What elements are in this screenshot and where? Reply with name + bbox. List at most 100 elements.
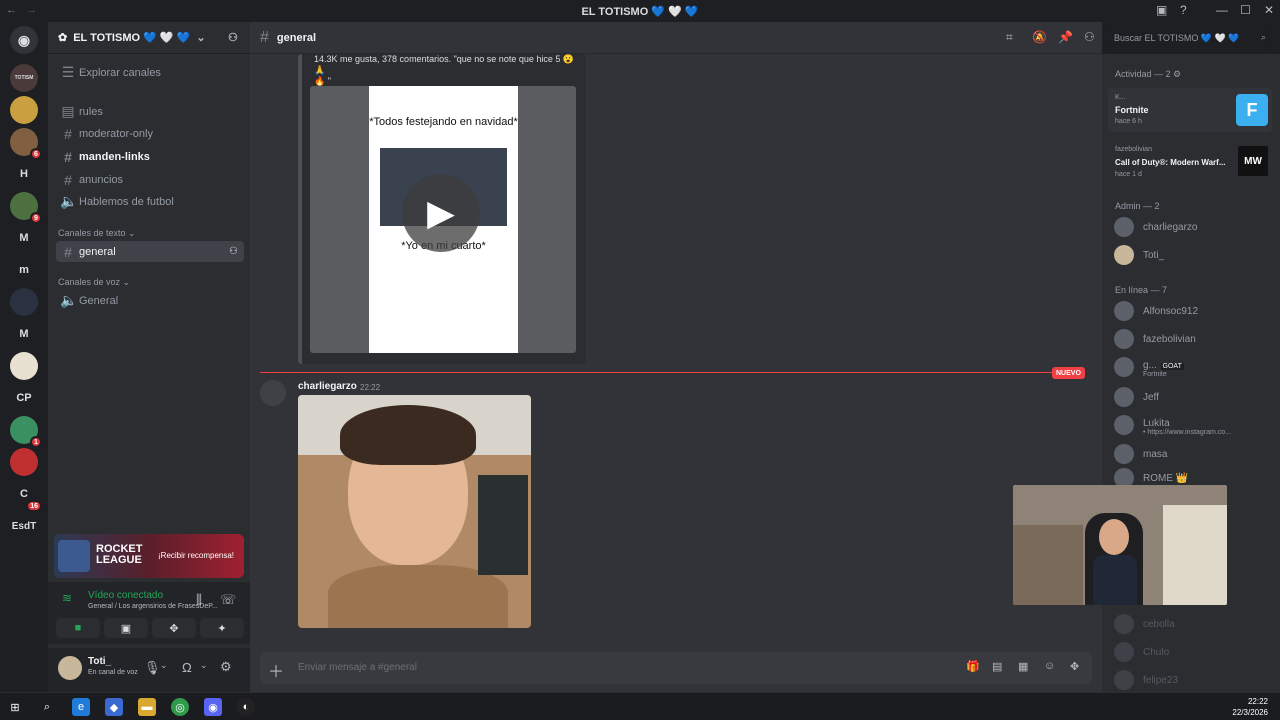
direct-messages-icon[interactable]: ◉ [10,26,38,54]
server-header[interactable]: ✿ EL TOTISMO 💙 🤍 💙 ⌄ ⚇ [48,22,250,54]
member-list-icon[interactable]: ⚇ [1084,30,1095,44]
settings-gear-icon[interactable]: ⚙ [220,659,232,675]
message-composer[interactable]: ＋ Enviar mensaje a #general 🎁 ▤ ▦ ☺ ✥ [260,652,1092,684]
message-embed: 14.3K me gusta, 378 comentarios. "que no… [298,54,586,364]
server-icon[interactable] [10,288,38,316]
close-icon[interactable]: ✕ [1264,3,1274,17]
avatar[interactable] [260,380,286,406]
discord-icon[interactable]: ◉ [204,698,222,716]
edge-icon[interactable]: e [72,698,90,716]
server-icon[interactable]: 6 [10,128,42,160]
explore-channels[interactable]: ☰ Explorar canales [56,62,244,83]
server-icon[interactable]: 1 [10,416,42,448]
gif-icon[interactable]: ▤ [992,660,1002,673]
obs-icon[interactable]: ◐ [237,698,255,716]
message-image[interactable] [298,395,531,628]
speaker-icon: 🔈 [60,292,78,308]
server-icon-h[interactable]: H [10,160,38,188]
voice-channel-general[interactable]: 🔈 General [56,290,244,311]
inbox-icon[interactable]: ▣ [1156,3,1167,17]
screen-share-button[interactable]: ▣ [104,618,148,638]
soundboard-button[interactable]: ✦ [200,618,244,638]
apps-icon[interactable]: ✥ [1070,660,1079,673]
minimize-icon[interactable]: — [1216,3,1228,17]
file-explorer-icon[interactable]: ▬ [138,698,156,716]
maximize-icon[interactable]: ☐ [1240,3,1251,17]
embed-video[interactable]: *Todos festejando en navidad* *Yo en mi … [310,86,576,353]
invite-icon[interactable]: ⚇ [229,246,238,257]
channel-anuncios[interactable]: # anuncios [56,169,244,190]
member-item[interactable]: fazebolivian [1114,327,1274,351]
help-icon[interactable]: ? [1180,3,1187,17]
search-input[interactable]: Buscar EL TOTISMO 💙 🤍 💙 ⌕ [1108,27,1272,49]
avatar [1114,217,1134,237]
add-member-icon[interactable]: ⚇ [228,31,238,44]
speaker-icon: 🔈 [60,193,78,209]
noise-suppression-icon[interactable]: ⫼ [196,592,202,608]
message-timestamp: 22:22 [360,383,381,392]
activity-game: Fortnite [1115,105,1149,115]
notification-muted-icon[interactable]: 🔕 [1032,30,1047,44]
member-item[interactable]: Jeff [1114,385,1274,409]
emoji-icon[interactable]: ☺ [1044,660,1055,672]
microphone-icon[interactable]: 🎙 [144,660,161,676]
member-item[interactable]: Alfonsoc912 [1114,299,1274,323]
claim-reward-button[interactable]: ¡Recibir recompensa! [158,551,234,560]
category-text-channels[interactable]: Canales de texto ⌄ [58,228,136,239]
threads-icon[interactable]: ⌗ [1006,30,1013,45]
sticker-icon[interactable]: ▦ [1018,660,1028,673]
disconnect-icon[interactable]: ☏ [220,592,236,608]
play-icon[interactable]: ▶ [402,174,480,252]
server-icon-cp[interactable]: CP [10,384,38,412]
member-item[interactable]: Toti_ [1114,243,1274,267]
server-icon-c[interactable]: C 16 [10,480,42,512]
chevron-down-icon[interactable]: ⌄ [160,660,168,671]
member-item[interactable]: charliegarzo [1114,215,1274,239]
message-input[interactable]: Enviar mensaje a #general [298,662,417,673]
pin-icon[interactable]: 📌 [1058,30,1073,44]
activity-card[interactable]: K... Fortnite hace 6 h F [1108,88,1272,132]
activity-card[interactable]: fazebolivian Call of Duty®: Modern Warf.… [1108,140,1272,184]
chrome-icon[interactable]: ◎ [171,698,189,716]
member-item[interactable]: masa [1114,442,1274,466]
system-clock[interactable]: 22:22 22/3/2026 [1232,696,1268,718]
member-item[interactable]: g... GOAT Fortnite [1114,355,1274,379]
channel-moderator-only[interactable]: # moderator-only [56,123,244,144]
add-attachment-icon[interactable]: ＋ [268,658,284,682]
search-icon[interactable]: ⌕ [38,698,56,716]
server-icon-esdt[interactable]: EsdT [10,512,38,540]
forward-arrow-icon[interactable]: → [26,4,37,16]
chevron-down-icon[interactable]: ⌄ [200,660,208,671]
windows-start-icon[interactable]: ⊞ [6,698,24,716]
channel-hablemos-de-futbol[interactable]: 🔈 Hablemos de futbol [56,191,244,212]
server-icon[interactable] [10,96,38,124]
member-item[interactable]: felipe23 [1114,668,1274,692]
copilot-icon[interactable]: ◆ [105,698,123,716]
avatar [1114,301,1134,321]
server-name: EL TOTISMO 💙 🤍 💙 [73,32,191,44]
server-icon[interactable] [10,352,38,380]
gift-icon[interactable]: 🎁 [966,660,980,673]
activities-button[interactable]: ✥ [152,618,196,638]
message-author[interactable]: charliegarzo [298,381,357,392]
server-icon[interactable]: 9 [10,192,42,224]
back-arrow-icon[interactable]: ← [6,4,17,16]
member-item[interactable]: cebolla [1114,612,1274,636]
promo-banner[interactable]: ROCKET LEAGUE ¡Recibir recompensa! [54,534,244,578]
server-icon-m-lower[interactable]: m [10,256,38,284]
hash-icon: # [64,148,72,165]
member-item[interactable]: Lukita • https://www.instagram.co... [1114,413,1274,437]
avatar[interactable] [58,656,82,680]
category-voice-channels[interactable]: Canales de voz ⌄ [58,277,130,288]
channel-rules[interactable]: ▤ rules [56,101,244,122]
server-icon-totismo[interactable]: TOTISM [10,64,38,92]
server-icon-m[interactable]: M [10,224,38,252]
member-item[interactable]: Chulo [1114,640,1274,664]
server-icon[interactable] [10,448,38,476]
server-icon-m-2[interactable]: M [10,320,38,348]
channel-manden-links[interactable]: # manden-links [56,146,244,167]
channel-general[interactable]: # general ⚇ [56,241,244,262]
camera-button[interactable]: ■ [56,618,100,638]
headphones-icon[interactable]: Ω [182,660,192,675]
hash-icon: # [64,171,72,188]
